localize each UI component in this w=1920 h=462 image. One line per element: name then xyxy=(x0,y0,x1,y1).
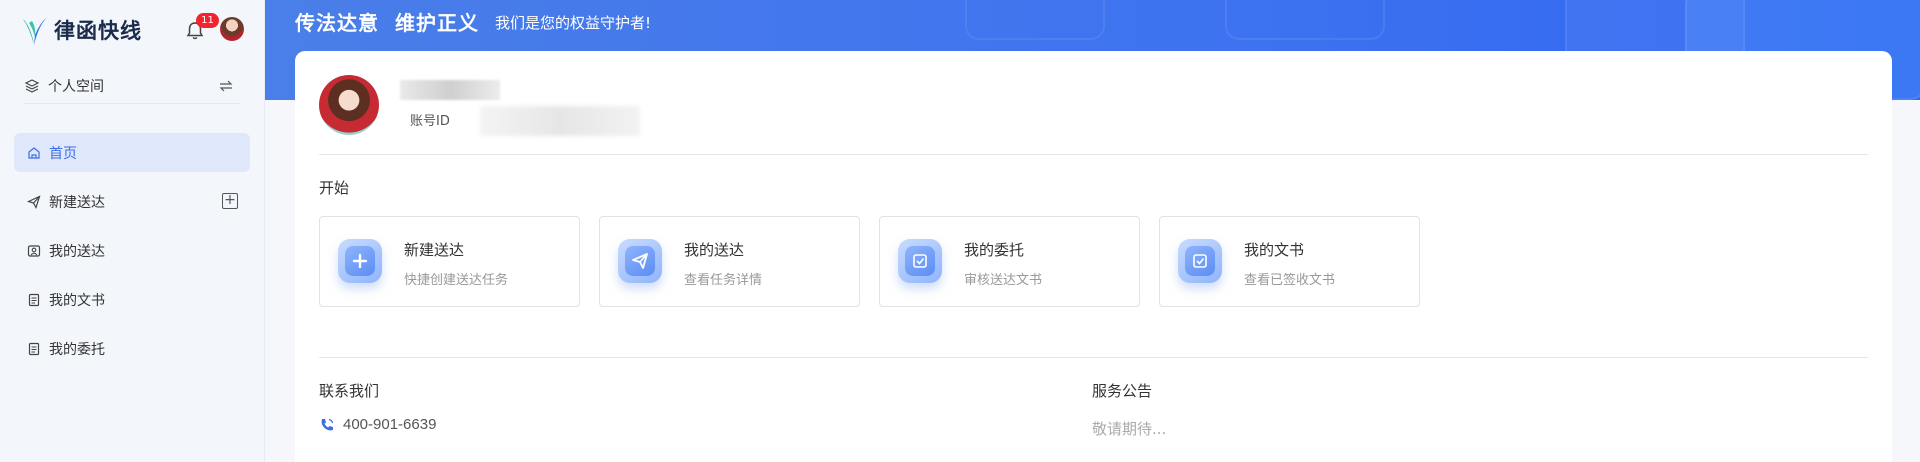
sidebar-item-my-documents[interactable]: 我的文书 xyxy=(14,280,250,319)
document-check-icon xyxy=(898,239,942,283)
send-icon xyxy=(26,194,42,210)
notice-text: 敬请期待... xyxy=(1092,420,1167,438)
notice-section-title: 服务公告 xyxy=(1092,382,1153,400)
workspace-switcher[interactable]: 个人空间 xyxy=(24,68,240,104)
banner-decoration xyxy=(965,0,1105,40)
username-redacted xyxy=(400,80,500,100)
account-id-redacted xyxy=(480,106,640,136)
logo-mark-icon xyxy=(23,17,47,45)
layers-icon xyxy=(24,78,40,93)
sidebar-item-new-delivery[interactable]: 新建送达 + xyxy=(14,182,250,221)
tile-my-commissions[interactable]: 我的委托 审核送达文书 xyxy=(879,216,1140,307)
tile-title: 我的文书 xyxy=(1244,241,1305,259)
tile-subtitle: 审核送达文书 xyxy=(964,273,1043,288)
divider xyxy=(319,357,1868,358)
banner-slogan: 维护正义 xyxy=(395,11,479,35)
tile-subtitle: 快捷创建送达任务 xyxy=(404,273,509,288)
banner-slogan: 传法达意 xyxy=(295,11,379,35)
add-delivery-icon[interactable]: + xyxy=(222,193,238,209)
sidebar-item-my-commissions[interactable]: 我的委托 xyxy=(14,329,250,368)
workspace-label: 个人空间 xyxy=(48,78,104,95)
app-name: 律函快线 xyxy=(54,19,142,43)
sidebar-item-label: 我的文书 xyxy=(49,292,105,309)
divider xyxy=(319,154,1868,155)
profile-avatar xyxy=(319,75,379,135)
phone-icon xyxy=(321,418,334,430)
tile-my-delivery[interactable]: 我的送达 查看任务详情 xyxy=(599,216,860,307)
sidebar-nav: 首页 新建送达 + 我的送达 我的文书 我的委托 xyxy=(14,133,250,378)
paper-plane-icon xyxy=(618,239,662,283)
sidebar-item-label: 首页 xyxy=(49,145,77,162)
banner-tagline: 我们是您的权益守护者! xyxy=(495,14,652,32)
tile-title: 我的送达 xyxy=(684,241,745,259)
sidebar-item-my-delivery[interactable]: 我的送达 xyxy=(14,231,250,270)
app-logo[interactable]: 律函快线 xyxy=(20,12,142,48)
account-id-label: 账号ID xyxy=(410,114,450,129)
sidebar-item-label: 我的委托 xyxy=(49,341,105,358)
sidebar: 律函快线 11 个人空间 首页 新建送达 + 我的送达 我的文书 我的委托 xyxy=(0,0,265,462)
contact-section-title: 联系我们 xyxy=(319,382,380,400)
avatar[interactable] xyxy=(220,17,244,41)
swap-icon[interactable] xyxy=(218,78,234,94)
tile-my-documents[interactable]: 我的文书 查看已签收文书 xyxy=(1159,216,1420,307)
main-card: 账号ID 开始 新建送达 快捷创建送达任务 我的送达 查看任务详情 我的委托 审… xyxy=(295,51,1892,462)
banner-decoration xyxy=(1225,0,1385,40)
tile-subtitle: 查看任务详情 xyxy=(684,273,763,288)
tile-title: 我的委托 xyxy=(964,241,1025,259)
document-check-icon xyxy=(1178,239,1222,283)
tile-new-delivery[interactable]: 新建送达 快捷创建送达任务 xyxy=(319,216,580,307)
start-section-title: 开始 xyxy=(319,179,350,197)
phone-number: 400-901-6639 xyxy=(343,416,437,433)
plus-icon xyxy=(338,239,382,283)
home-icon xyxy=(26,145,42,161)
document-icon xyxy=(26,292,42,308)
contacts-icon xyxy=(26,243,42,259)
sidebar-item-home[interactable]: 首页 xyxy=(14,133,250,172)
contact-phone: 400-901-6639 xyxy=(319,416,436,433)
sidebar-item-label: 我的送达 xyxy=(49,243,105,260)
tile-title: 新建送达 xyxy=(404,241,465,259)
sidebar-item-label: 新建送达 xyxy=(49,194,105,211)
tile-subtitle: 查看已签收文书 xyxy=(1244,273,1336,288)
document-icon xyxy=(26,341,42,357)
notification-badge: 11 xyxy=(196,13,219,28)
